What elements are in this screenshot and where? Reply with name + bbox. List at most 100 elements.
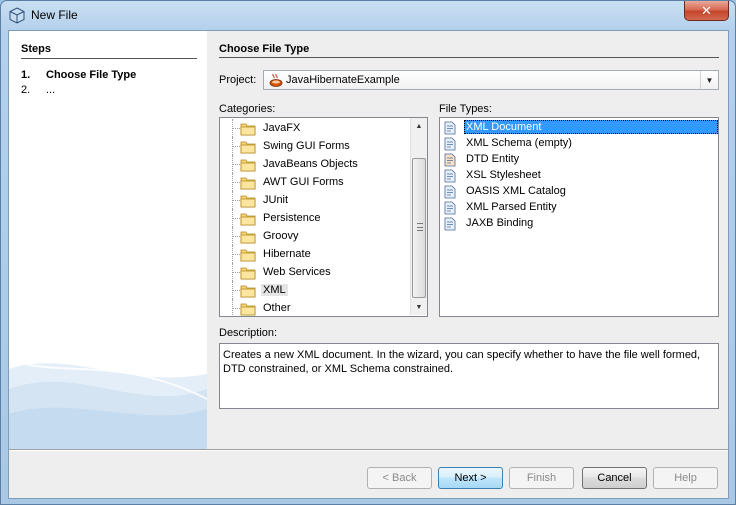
category-item[interactable]: Persistence (220, 209, 410, 227)
file-type-label: OASIS XML Catalog (466, 185, 566, 197)
page-title: Choose File Type (219, 43, 310, 55)
category-item[interactable]: Web Services (220, 263, 410, 281)
category-item[interactable]: Other (220, 299, 410, 316)
category-label: Groovy (263, 230, 299, 242)
chevron-down-icon[interactable]: ▼ (700, 71, 718, 89)
back-button[interactable]: < Back (367, 467, 432, 489)
scroll-thumb[interactable] (412, 158, 426, 298)
folder-icon (240, 157, 256, 172)
category-label: Swing GUI Forms (263, 140, 350, 152)
folder-icon (240, 139, 256, 154)
category-label: Web Services (263, 266, 331, 278)
finish-button[interactable]: Finish (509, 467, 574, 489)
category-label: Persistence (263, 212, 321, 224)
category-item[interactable]: Hibernate (220, 245, 410, 263)
description-box: Creates a new XML document. In the wizar… (219, 343, 719, 409)
category-label: JavaFX (263, 122, 301, 134)
file-type-item[interactable]: XSL Stylesheet (440, 168, 718, 184)
file-type-item[interactable]: JAXB Binding (440, 216, 718, 232)
file-type-label: JAXB Binding (466, 217, 534, 229)
xml-document-icon (443, 121, 457, 135)
steps-panel: Steps 1. Choose File Type 2.... (9, 31, 207, 449)
file-type-label: XML Parsed Entity (466, 201, 557, 213)
category-label: JavaBeans Objects (263, 158, 358, 170)
scroll-down-arrow-icon[interactable]: ▼ (411, 299, 427, 315)
tree-line (232, 200, 240, 201)
category-item[interactable]: JavaFX (220, 119, 410, 137)
help-button[interactable]: Help (653, 467, 718, 489)
wizard-window: New File ✕ Steps 1. Choose File Type 2...… (0, 0, 736, 505)
title-divider (219, 57, 719, 58)
grip-icon (417, 223, 423, 231)
folder-icon (240, 175, 256, 190)
tree-line (232, 308, 240, 309)
steps-divider (21, 58, 197, 59)
file-types-label: File Types: (439, 103, 492, 115)
step-item-1: 1. Choose File Type (21, 69, 137, 81)
category-item[interactable]: Swing GUI Forms (220, 137, 410, 155)
tree-line (232, 236, 240, 237)
netbeans-cube-icon (9, 7, 25, 24)
folder-icon (240, 247, 256, 262)
tree-line (232, 290, 240, 291)
folder-icon (240, 229, 256, 244)
file-type-item[interactable]: XML Parsed Entity (440, 200, 718, 216)
decorative-waves (9, 358, 207, 449)
category-label: JUnit (263, 194, 289, 206)
file-type-label: XML Document (464, 120, 718, 134)
next-button[interactable]: Next > (438, 467, 503, 489)
tree-line (232, 164, 240, 165)
category-label: Hibernate (263, 248, 311, 260)
file-type-item[interactable]: DTD Entity (440, 152, 718, 168)
project-value: JavaHibernateExample (286, 74, 400, 86)
folder-icon (240, 265, 256, 280)
xsl-stylesheet-icon (443, 169, 457, 183)
xml-schema-icon (443, 137, 457, 151)
step-label: ... (46, 84, 56, 96)
scroll-up-arrow-icon[interactable]: ▲ (411, 118, 427, 134)
folder-icon (240, 211, 256, 226)
category-item[interactable]: Groovy (220, 227, 410, 245)
categories-scrollbar[interactable]: ▲ ▼ (410, 118, 427, 315)
close-icon: ✕ (701, 2, 712, 18)
category-item[interactable]: AWT GUI Forms (220, 173, 410, 191)
file-type-item[interactable]: OASIS XML Catalog (440, 184, 718, 200)
tree-line (232, 182, 240, 183)
folder-icon (240, 193, 256, 208)
xml-catalog-icon (443, 185, 457, 199)
folder-icon (240, 283, 256, 298)
description-label: Description: (219, 327, 278, 339)
category-item[interactable]: JUnit (220, 191, 410, 209)
category-item[interactable]: JavaBeans Objects (220, 155, 410, 173)
category-item[interactable]: XML (220, 281, 410, 299)
project-label: Project: (219, 74, 257, 86)
folder-icon (240, 301, 256, 316)
tree-line (232, 146, 240, 147)
category-label: AWT GUI Forms (263, 176, 344, 188)
file-type-label: XML Schema (empty) (466, 137, 572, 149)
close-button[interactable]: ✕ (684, 1, 729, 21)
dialog-client: Steps 1. Choose File Type 2.... Choose Fi… (8, 30, 729, 499)
tree-line (232, 272, 240, 273)
folder-icon (240, 121, 256, 136)
category-label: XML (261, 284, 288, 296)
category-label: Other (263, 302, 291, 314)
file-type-label: XSL Stylesheet (466, 169, 541, 181)
categories-label: Categories: (219, 103, 276, 115)
parsed-entity-icon (443, 201, 457, 215)
dtd-entity-icon (443, 153, 457, 167)
file-type-item[interactable]: XML Document (440, 120, 718, 136)
project-combobox[interactable]: JavaHibernateExample ▼ (263, 70, 719, 90)
tree-line (232, 254, 240, 255)
file-type-label: DTD Entity (466, 153, 520, 165)
java-coffee-icon (269, 73, 283, 87)
tree-line (232, 218, 240, 219)
title-bar[interactable]: New File ✕ (1, 1, 735, 30)
file-types-list[interactable]: XML Document XML Schema (empty) DTD Entity… (439, 117, 719, 317)
categories-tree[interactable]: JavaFX Swing GUI Forms JavaBeans Objects AW… (219, 117, 428, 317)
steps-heading: Steps (21, 43, 51, 55)
step-label: Choose File Type (46, 69, 137, 81)
file-type-item[interactable]: XML Schema (empty) (440, 136, 718, 152)
cancel-button[interactable]: Cancel (582, 467, 647, 489)
step-item-2: 2.... (21, 84, 56, 96)
